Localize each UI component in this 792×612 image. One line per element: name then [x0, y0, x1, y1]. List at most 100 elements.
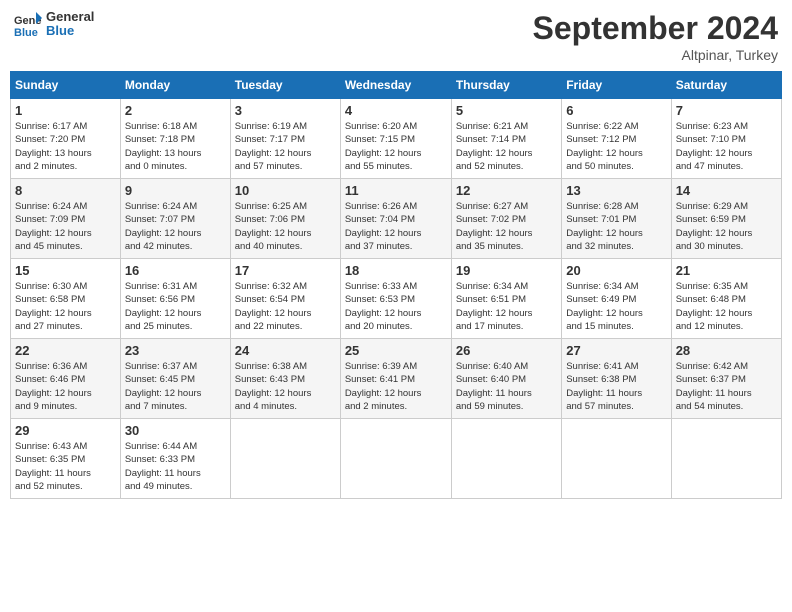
calendar-cell: 7 Sunrise: 6:23 AM Sunset: 7:10 PM Daylig… [671, 99, 781, 179]
calendar-header-row: SundayMondayTuesdayWednesdayThursdayFrid… [11, 72, 782, 99]
day-number: 26 [456, 343, 557, 358]
day-number: 3 [235, 103, 336, 118]
day-info: Sunrise: 6:23 AM Sunset: 7:10 PM Dayligh… [676, 120, 777, 173]
day-info: Sunrise: 6:22 AM Sunset: 7:12 PM Dayligh… [566, 120, 666, 173]
calendar-cell: 11Sunrise: 6:26 AM Sunset: 7:04 PM Dayli… [340, 179, 451, 259]
calendar-cell: 23 Sunrise: 6:37 AM Sunset: 6:45 PM Dayli… [120, 339, 230, 419]
calendar-cell: 30Sunrise: 6:44 AM Sunset: 6:33 PM Dayli… [120, 419, 230, 499]
calendar-cell: 15 Sunrise: 6:30 AM Sunset: 6:58 PM Dayli… [11, 259, 121, 339]
svg-text:Blue: Blue [14, 27, 38, 38]
day-info: Sunrise: 6:34 AM Sunset: 6:49 PM Dayligh… [566, 280, 666, 333]
calendar-cell: 19 Sunrise: 6:34 AM Sunset: 6:51 PM Dayli… [451, 259, 561, 339]
month-title: September 2024 [533, 10, 778, 47]
calendar-cell: 1 Sunrise: 6:17 AM Sunset: 7:20 PM Daylig… [11, 99, 121, 179]
day-info: Sunrise: 6:36 AM Sunset: 6:46 PM Dayligh… [15, 360, 116, 413]
day-info: Sunrise: 6:39 AM Sunset: 6:41 PM Dayligh… [345, 360, 447, 413]
location: Altpinar, Turkey [533, 47, 778, 63]
calendar-cell: 9 Sunrise: 6:24 AM Sunset: 7:07 PM Daylig… [120, 179, 230, 259]
page-header: General Blue General Blue September 2024… [10, 10, 782, 63]
day-info: Sunrise: 6:18 AM Sunset: 7:18 PM Dayligh… [125, 120, 226, 173]
day-number: 23 [125, 343, 226, 358]
day-number: 25 [345, 343, 447, 358]
week-row-2: 8 Sunrise: 6:24 AM Sunset: 7:09 PM Daylig… [11, 179, 782, 259]
day-number: 28 [676, 343, 777, 358]
day-number: 19 [456, 263, 557, 278]
day-number: 14 [676, 183, 777, 198]
day-info: Sunrise: 6:44 AM Sunset: 6:33 PM Dayligh… [125, 440, 226, 493]
day-number: 15 [15, 263, 116, 278]
header-tuesday: Tuesday [230, 72, 340, 99]
day-info: Sunrise: 6:24 AM Sunset: 7:09 PM Dayligh… [15, 200, 116, 253]
day-number: 20 [566, 263, 666, 278]
day-info: Sunrise: 6:24 AM Sunset: 7:07 PM Dayligh… [125, 200, 226, 253]
calendar-cell [451, 419, 561, 499]
calendar-cell: 10Sunrise: 6:25 AM Sunset: 7:06 PM Dayli… [230, 179, 340, 259]
day-info: Sunrise: 6:29 AM Sunset: 6:59 PM Dayligh… [676, 200, 777, 253]
day-number: 9 [125, 183, 226, 198]
day-number: 6 [566, 103, 666, 118]
day-info: Sunrise: 6:28 AM Sunset: 7:01 PM Dayligh… [566, 200, 666, 253]
logo-line2: Blue [46, 24, 94, 38]
day-number: 1 [15, 103, 116, 118]
day-info: Sunrise: 6:35 AM Sunset: 6:48 PM Dayligh… [676, 280, 777, 333]
day-info: Sunrise: 6:27 AM Sunset: 7:02 PM Dayligh… [456, 200, 557, 253]
header-wednesday: Wednesday [340, 72, 451, 99]
calendar-cell [230, 419, 340, 499]
calendar-cell: 26 Sunrise: 6:40 AM Sunset: 6:40 PM Dayli… [451, 339, 561, 419]
calendar-cell: 6 Sunrise: 6:22 AM Sunset: 7:12 PM Daylig… [562, 99, 671, 179]
calendar-cell: 14 Sunrise: 6:29 AM Sunset: 6:59 PM Dayli… [671, 179, 781, 259]
day-info: Sunrise: 6:17 AM Sunset: 7:20 PM Dayligh… [15, 120, 116, 173]
day-info: Sunrise: 6:30 AM Sunset: 6:58 PM Dayligh… [15, 280, 116, 333]
calendar-cell: 12Sunrise: 6:27 AM Sunset: 7:02 PM Dayli… [451, 179, 561, 259]
header-saturday: Saturday [671, 72, 781, 99]
header-thursday: Thursday [451, 72, 561, 99]
calendar-cell [340, 419, 451, 499]
day-info: Sunrise: 6:32 AM Sunset: 6:54 PM Dayligh… [235, 280, 336, 333]
header-sunday: Sunday [11, 72, 121, 99]
calendar-cell [562, 419, 671, 499]
calendar-cell: 16 Sunrise: 6:31 AM Sunset: 6:56 PM Dayli… [120, 259, 230, 339]
day-number: 29 [15, 423, 116, 438]
week-row-3: 15 Sunrise: 6:30 AM Sunset: 6:58 PM Dayli… [11, 259, 782, 339]
day-info: Sunrise: 6:26 AM Sunset: 7:04 PM Dayligh… [345, 200, 447, 253]
calendar-table: SundayMondayTuesdayWednesdayThursdayFrid… [10, 71, 782, 499]
day-info: Sunrise: 6:37 AM Sunset: 6:45 PM Dayligh… [125, 360, 226, 413]
calendar-cell: 5 Sunrise: 6:21 AM Sunset: 7:14 PM Daylig… [451, 99, 561, 179]
header-friday: Friday [562, 72, 671, 99]
calendar-cell: 22 Sunrise: 6:36 AM Sunset: 6:46 PM Dayli… [11, 339, 121, 419]
calendar-cell: 3Sunrise: 6:19 AM Sunset: 7:17 PM Daylig… [230, 99, 340, 179]
calendar-cell: 17 Sunrise: 6:32 AM Sunset: 6:54 PM Dayli… [230, 259, 340, 339]
day-number: 8 [15, 183, 116, 198]
calendar-cell: 8 Sunrise: 6:24 AM Sunset: 7:09 PM Daylig… [11, 179, 121, 259]
day-number: 22 [15, 343, 116, 358]
day-info: Sunrise: 6:42 AM Sunset: 6:37 PM Dayligh… [676, 360, 777, 413]
calendar-cell: 13Sunrise: 6:28 AM Sunset: 7:01 PM Dayli… [562, 179, 671, 259]
calendar-cell: 27 Sunrise: 6:41 AM Sunset: 6:38 PM Dayli… [562, 339, 671, 419]
day-info: Sunrise: 6:34 AM Sunset: 6:51 PM Dayligh… [456, 280, 557, 333]
logo-line1: General [46, 10, 94, 24]
day-info: Sunrise: 6:40 AM Sunset: 6:40 PM Dayligh… [456, 360, 557, 413]
calendar-cell: 20 Sunrise: 6:34 AM Sunset: 6:49 PM Dayli… [562, 259, 671, 339]
day-info: Sunrise: 6:20 AM Sunset: 7:15 PM Dayligh… [345, 120, 447, 173]
week-row-1: 1 Sunrise: 6:17 AM Sunset: 7:20 PM Daylig… [11, 99, 782, 179]
calendar-cell: 4Sunrise: 6:20 AM Sunset: 7:15 PM Daylig… [340, 99, 451, 179]
header-monday: Monday [120, 72, 230, 99]
day-info: Sunrise: 6:33 AM Sunset: 6:53 PM Dayligh… [345, 280, 447, 333]
calendar-cell: 18 Sunrise: 6:33 AM Sunset: 6:53 PM Dayli… [340, 259, 451, 339]
day-number: 18 [345, 263, 447, 278]
day-number: 5 [456, 103, 557, 118]
logo: General Blue General Blue [14, 10, 94, 39]
day-info: Sunrise: 6:21 AM Sunset: 7:14 PM Dayligh… [456, 120, 557, 173]
calendar-cell: 25 Sunrise: 6:39 AM Sunset: 6:41 PM Dayli… [340, 339, 451, 419]
day-number: 17 [235, 263, 336, 278]
day-number: 16 [125, 263, 226, 278]
day-number: 7 [676, 103, 777, 118]
calendar-body: 1 Sunrise: 6:17 AM Sunset: 7:20 PM Daylig… [11, 99, 782, 499]
day-info: Sunrise: 6:41 AM Sunset: 6:38 PM Dayligh… [566, 360, 666, 413]
day-number: 27 [566, 343, 666, 358]
day-info: Sunrise: 6:43 AM Sunset: 6:35 PM Dayligh… [15, 440, 116, 493]
calendar-cell: 28 Sunrise: 6:42 AM Sunset: 6:37 PM Dayli… [671, 339, 781, 419]
title-block: September 2024 Altpinar, Turkey [533, 10, 778, 63]
day-number: 21 [676, 263, 777, 278]
day-info: Sunrise: 6:31 AM Sunset: 6:56 PM Dayligh… [125, 280, 226, 333]
